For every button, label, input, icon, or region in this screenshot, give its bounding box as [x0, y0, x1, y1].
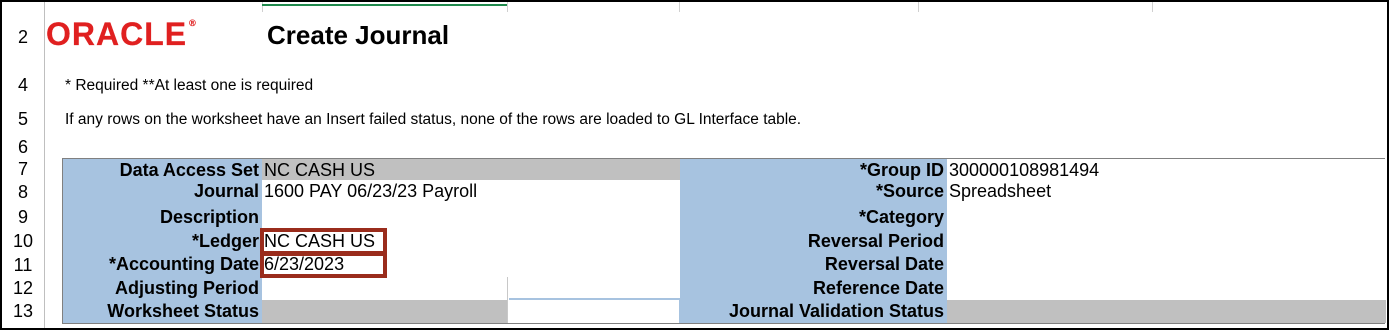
label-journal-validation-status: Journal Validation Status [728, 301, 944, 321]
label-worksheet-status: Worksheet Status [107, 301, 259, 321]
label-data-access-set: Data Access Set [119, 160, 259, 180]
row-number[interactable]: 8 [2, 181, 44, 203]
row-number[interactable]: 10 [2, 230, 44, 252]
source-field[interactable]: Spreadsheet [947, 180, 1386, 203]
description-field[interactable] [262, 206, 680, 229]
label-reversal-date: Reversal Date [824, 254, 944, 274]
label-reversal-period: Reversal Period [807, 231, 944, 251]
label-ledger: *Ledger [191, 231, 259, 251]
row-number[interactable]: 13 [2, 300, 44, 322]
insert-failed-note: If any rows on the worksheet have an Ins… [65, 111, 802, 128]
row-number[interactable]: 2 [2, 26, 44, 48]
journal-validation-status-field [947, 300, 1386, 323]
adjusting-period-field[interactable] [262, 277, 509, 300]
column-gridline [507, 2, 508, 12]
label-reference-date: Reference Date [812, 278, 944, 298]
label-source: *Source [875, 181, 944, 201]
cell-divider [507, 277, 508, 323]
row-header-column: 2 4 5 6 7 8 9 10 11 12 13 [2, 2, 45, 328]
accounting-date-highlight-box [260, 252, 387, 278]
logo-text: ORACLE [46, 16, 188, 52]
column-gridline [918, 2, 919, 12]
column-gridline [679, 2, 680, 12]
data-access-set-field[interactable]: NC CASH US [262, 159, 680, 180]
label-adjusting-period: Adjusting Period [115, 278, 259, 298]
row-number[interactable]: 5 [2, 108, 44, 130]
row-number[interactable]: 11 [2, 254, 44, 276]
column-gridline [1152, 2, 1153, 12]
required-note: * Required **At least one is required [65, 77, 314, 94]
row-number[interactable]: 4 [2, 74, 44, 96]
journal-header-form: Data Access Set Journal Description *Led… [62, 158, 1386, 324]
row-number[interactable]: 6 [2, 136, 44, 158]
label-group-id: *Group ID [860, 160, 944, 180]
label-accounting-date: *Accounting Date [108, 254, 259, 274]
label-category: *Category [858, 207, 944, 227]
active-column-indicator [262, 4, 507, 6]
worksheet-status-field [262, 300, 509, 323]
page-title: Create Journal [267, 20, 450, 50]
oracle-logo: ORACLE ® [46, 16, 197, 53]
row-number[interactable]: 12 [2, 277, 44, 299]
ledger-highlight-box [260, 228, 387, 255]
blank-cell[interactable] [507, 300, 679, 323]
row-number[interactable]: 7 [2, 158, 44, 180]
label-journal: Journal [193, 181, 259, 201]
label-description: Description [159, 207, 259, 227]
spreadsheet-window: 2 4 5 6 7 8 9 10 11 12 13 ORACLE ® Create… [0, 0, 1389, 330]
row-number[interactable]: 9 [2, 206, 44, 228]
trademark-mark: ® [189, 18, 197, 28]
